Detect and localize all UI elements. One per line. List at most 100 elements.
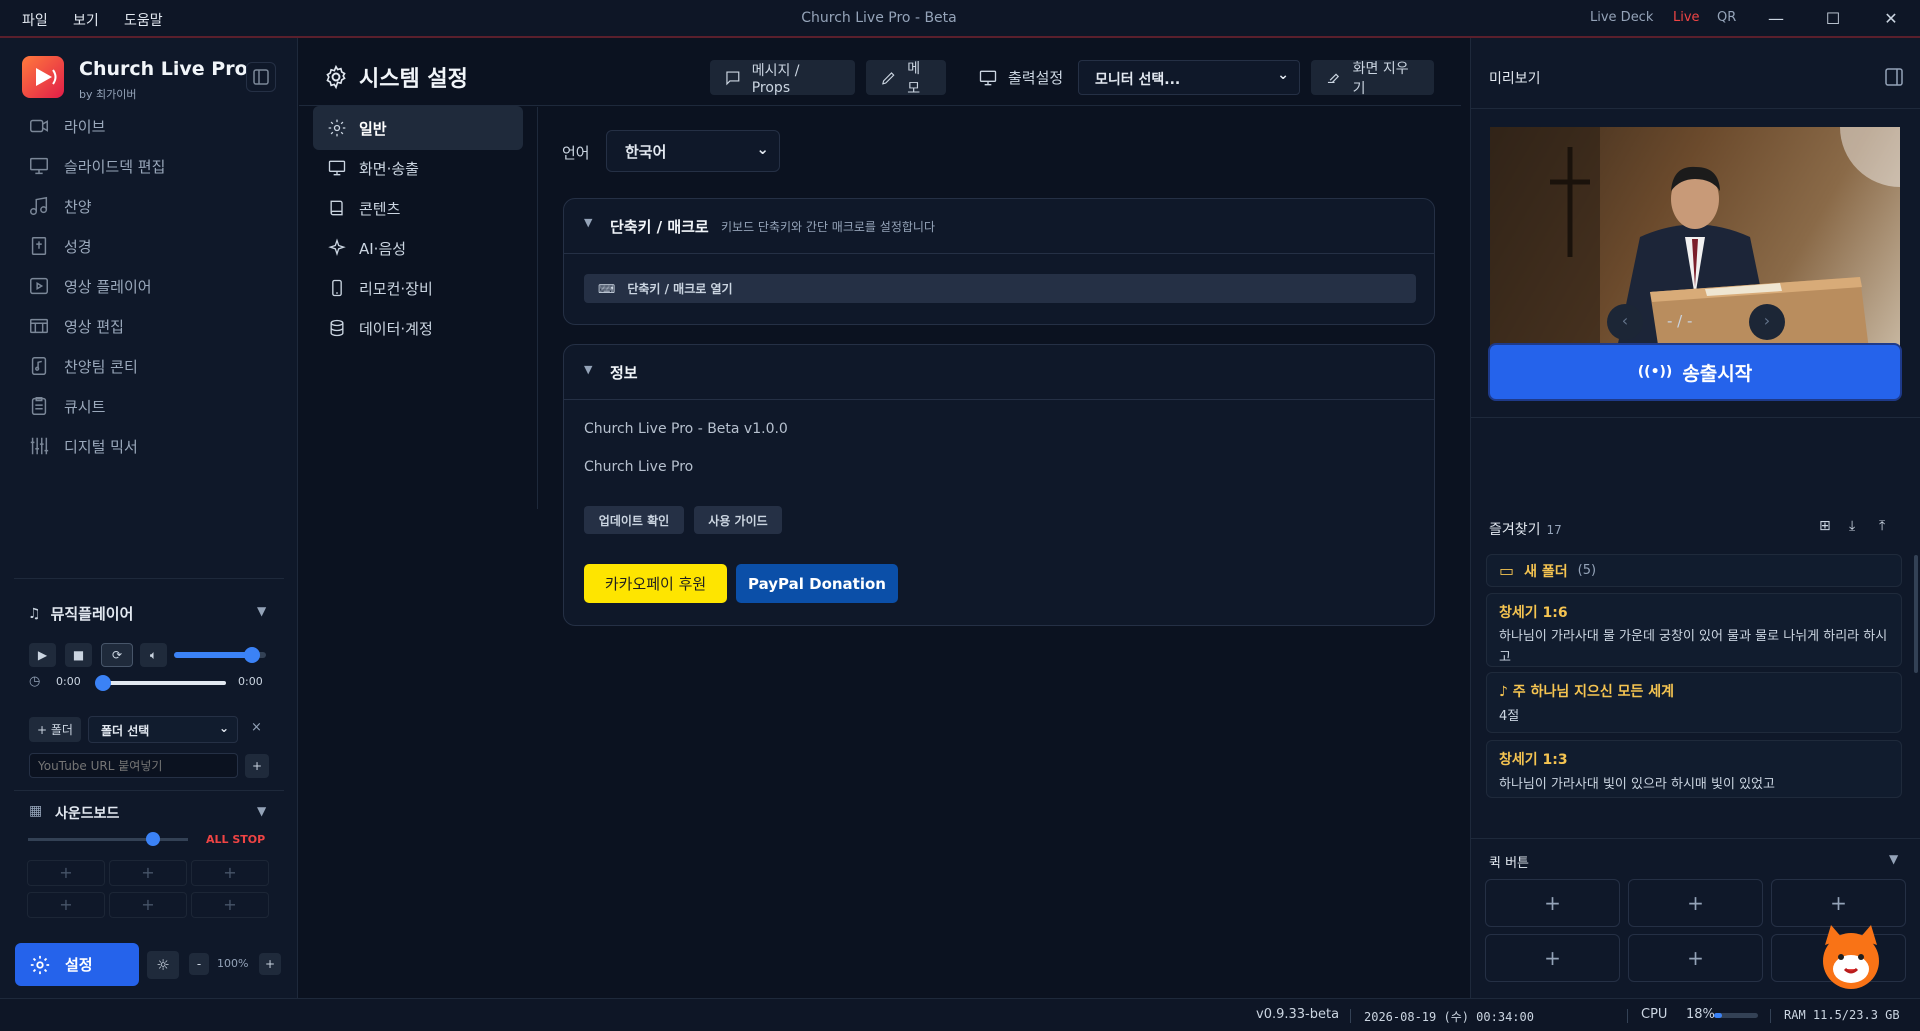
sidebar-item-1[interactable]: 라이브 xyxy=(28,110,105,142)
live-link[interactable]: Live xyxy=(1673,10,1700,25)
live-deck-link[interactable]: Live Deck xyxy=(1590,10,1653,25)
tab-6[interactable]: 데이터·계정 xyxy=(313,306,523,350)
tab-1[interactable]: 일반 xyxy=(313,106,523,150)
cat-mascot-icon[interactable] xyxy=(1817,923,1885,991)
tab-2[interactable]: 화면·송출 xyxy=(313,146,523,190)
sidebar-item-4[interactable]: 성경 xyxy=(28,230,92,262)
sound-slot[interactable]: + xyxy=(191,860,269,886)
tab-3[interactable]: 콘텐츠 xyxy=(313,186,523,230)
tab-5[interactable]: 리모컨·장비 xyxy=(313,266,523,310)
youtube-url-input[interactable] xyxy=(29,753,238,778)
download-icon[interactable]: ⤓ xyxy=(1849,518,1855,534)
folder-icon: ▭ xyxy=(1499,561,1515,580)
preview-image xyxy=(1490,127,1900,358)
folder-select[interactable]: 폴더 선택 ⌄ xyxy=(88,716,238,743)
favorite-folder[interactable]: ▭ 새 폴더 (5) xyxy=(1486,554,1902,587)
ram-usage: RAM 11.5/23.3 GB xyxy=(1784,1008,1900,1022)
database-icon xyxy=(330,319,344,337)
quick-slot[interactable]: + xyxy=(1485,934,1620,982)
zoom-level: 100% xyxy=(217,957,249,970)
message-props-button[interactable]: 메시지 / Props xyxy=(710,60,855,96)
time-end: 0:00 xyxy=(238,675,263,688)
soundboard-volume-handle[interactable] xyxy=(145,832,160,846)
play-button[interactable]: ▶ xyxy=(29,643,56,667)
add-url-button[interactable]: + xyxy=(245,754,269,778)
paypal-button[interactable]: PayPal Donation xyxy=(736,564,898,603)
favorite-item[interactable]: 창세기 1:3 하나님이 가라사대 빛이 있으라 하시매 빛이 있었고 xyxy=(1486,740,1902,798)
clear-folder-icon[interactable]: × xyxy=(251,720,262,735)
sidebar-toggle-icon[interactable] xyxy=(246,62,276,92)
tab-4[interactable]: AI·음성 xyxy=(313,226,523,270)
sound-slot[interactable]: + xyxy=(191,892,269,918)
quick-slot[interactable]: + xyxy=(1628,934,1763,982)
mixer-icon xyxy=(30,437,49,455)
sidebar-item-7[interactable]: 찬양팀 콘티 xyxy=(28,350,138,382)
collapse-icon[interactable]: ▼ xyxy=(584,363,592,376)
next-slide-button[interactable]: › xyxy=(1749,304,1785,340)
open-shortcut-button[interactable]: ⌨ 단축키 / 매크로 열기 xyxy=(584,274,1416,303)
volume-icon[interactable]: 🔈︎ xyxy=(140,643,167,667)
kakaopay-button[interactable]: 카카오페이 후원 xyxy=(584,564,727,603)
volume-slider-handle[interactable] xyxy=(244,647,261,663)
progress-handle[interactable] xyxy=(95,675,111,691)
start-broadcast-button[interactable]: ((•)) 송출시작 xyxy=(1488,343,1902,401)
sound-slot[interactable]: + xyxy=(109,860,187,886)
sound-slot[interactable]: + xyxy=(109,892,187,918)
settings-button[interactable]: 설정 xyxy=(15,943,139,986)
chevron-down-icon: ⌄ xyxy=(218,721,229,735)
favorite-item[interactable]: ♪ 주 하나님 지으신 모든 세계 4절 xyxy=(1486,672,1902,733)
stop-button[interactable]: ■ xyxy=(65,643,92,667)
quick-slot[interactable]: + xyxy=(1485,879,1620,927)
app-logo-icon xyxy=(22,56,64,98)
sidebar-item-6[interactable]: 영상 편집 xyxy=(28,310,124,342)
user-guide-button[interactable]: 사용 가이드 xyxy=(694,506,782,534)
output-settings[interactable]: 출력설정 xyxy=(978,67,1063,88)
all-stop-button[interactable]: ALL STOP xyxy=(206,833,265,846)
folder-count: (5) xyxy=(1577,563,1597,578)
maximize-icon[interactable]: ☐ xyxy=(1818,6,1848,32)
language-value: 한국어 xyxy=(625,143,667,161)
favorite-title: 창세기 1:6 xyxy=(1499,605,1568,621)
theme-toggle-icon[interactable]: ☼ xyxy=(147,951,179,979)
memo-button[interactable]: 메모 xyxy=(866,60,946,97)
language-select[interactable]: 한국어 ⌄ xyxy=(606,130,780,172)
chevron-down-icon[interactable]: ▼ xyxy=(257,804,266,818)
prev-slide-button[interactable]: ‹ xyxy=(1607,304,1643,340)
sidebar-item-label: 영상 플레이어 xyxy=(64,277,152,296)
add-folder-button[interactable]: + 폴더 xyxy=(29,717,81,742)
gear-icon xyxy=(326,64,346,90)
soundboard-volume-slider[interactable] xyxy=(28,838,188,841)
sidebar-item-8[interactable]: 큐시트 xyxy=(28,390,105,422)
chevron-down-icon[interactable]: ▼ xyxy=(257,604,266,618)
chevron-down-icon[interactable]: ▼ xyxy=(1889,852,1898,866)
zoom-out-button[interactable]: - xyxy=(189,953,209,975)
favorite-item[interactable]: 창세기 1:6 하나님이 가라사대 물 가운데 궁창이 있어 물과 물로 나뉘게… xyxy=(1486,593,1902,667)
sound-slot[interactable]: + xyxy=(27,892,105,918)
quick-slot[interactable]: + xyxy=(1771,879,1906,927)
check-update-button[interactable]: 업데이트 확인 xyxy=(584,506,684,534)
quick-slot[interactable]: + xyxy=(1628,879,1763,927)
monitor-icon xyxy=(30,157,48,175)
monitor-select[interactable]: 모니터 선택... ⌄ xyxy=(1078,60,1300,95)
zoom-in-button[interactable]: + xyxy=(259,953,281,975)
repeat-button[interactable]: ⟳ xyxy=(101,643,133,667)
favorites-scrollbar[interactable] xyxy=(1914,555,1918,673)
sidebar-item-3[interactable]: 찬양 xyxy=(28,190,92,222)
progress-slider[interactable] xyxy=(104,681,226,685)
divider xyxy=(537,107,538,509)
minimize-icon[interactable]: — xyxy=(1761,6,1791,32)
collapse-icon[interactable]: ▼ xyxy=(584,216,592,229)
new-folder-icon[interactable]: ⊞ xyxy=(1819,518,1831,534)
panel-toggle-icon[interactable] xyxy=(1883,66,1905,88)
sidebar-item-2[interactable]: 슬라이드덱 편집 xyxy=(28,150,165,182)
music-player-header[interactable]: ♫ 뮤직플레이어 xyxy=(28,603,133,624)
sidebar-item-5[interactable]: 영상 플레이어 xyxy=(28,270,152,302)
qr-link[interactable]: QR xyxy=(1717,10,1736,25)
sound-slot[interactable]: + xyxy=(27,860,105,886)
clear-screen-button[interactable]: 화면 지우기 xyxy=(1311,60,1434,97)
music-icon: ♫ xyxy=(28,605,41,622)
keyboard-icon: ⌨ xyxy=(598,281,616,296)
sidebar-item-9[interactable]: 디지털 믹서 xyxy=(28,430,138,462)
upload-icon[interactable]: ⤒ xyxy=(1879,518,1885,534)
close-icon[interactable]: ✕ xyxy=(1876,6,1906,32)
